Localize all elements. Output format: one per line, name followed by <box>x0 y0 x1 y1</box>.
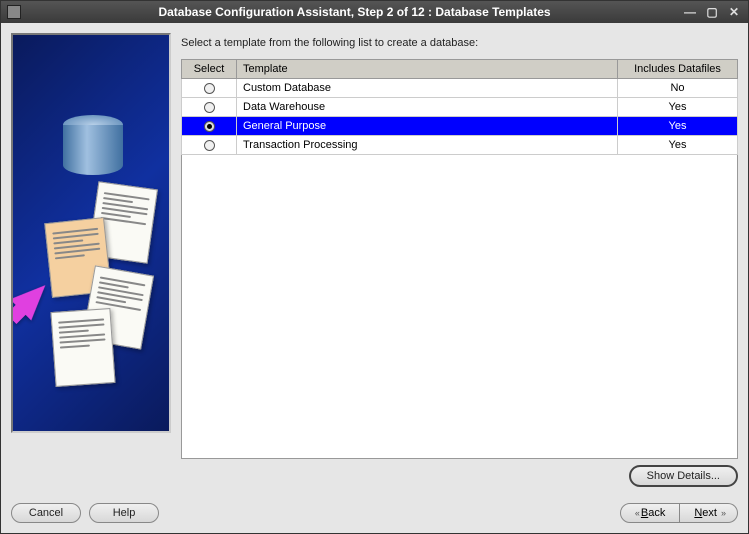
radio-cell[interactable] <box>182 136 237 155</box>
radio-icon[interactable] <box>204 121 215 132</box>
col-template: Template <box>237 60 618 79</box>
wizard-sidebar-image <box>11 33 171 433</box>
window-controls: — ▢ ✕ <box>682 5 742 19</box>
app-icon <box>7 5 21 19</box>
table-row[interactable]: Transaction ProcessingYes <box>182 136 738 155</box>
col-datafiles: Includes Datafiles <box>618 60 738 79</box>
radio-cell[interactable] <box>182 79 237 98</box>
template-name: General Purpose <box>237 117 618 136</box>
template-name: Custom Database <box>237 79 618 98</box>
next-label: N <box>694 507 702 519</box>
maximize-button[interactable]: ▢ <box>704 5 720 19</box>
wizard-footer: Cancel Help « Back Next » <box>1 497 748 533</box>
document-icon <box>50 308 115 387</box>
back-button[interactable]: « Back <box>620 503 680 523</box>
table-empty-area <box>181 155 738 459</box>
col-select: Select <box>182 60 237 79</box>
table-header-row: Select Template Includes Datafiles <box>182 60 738 79</box>
chevron-right-icon: » <box>721 508 723 518</box>
details-row: Show Details... <box>181 465 738 487</box>
help-button[interactable]: Help <box>89 503 159 523</box>
datafiles-value: Yes <box>618 98 738 117</box>
dbca-window: Database Configuration Assistant, Step 2… <box>0 0 749 534</box>
template-table: Select Template Includes Datafiles Custo… <box>181 59 738 155</box>
window-title: Database Configuration Assistant, Step 2… <box>27 5 682 19</box>
show-details-button[interactable]: Show Details... <box>629 465 738 487</box>
database-cylinder-icon <box>63 115 123 185</box>
table-row[interactable]: General PurposeYes <box>182 117 738 136</box>
radio-icon[interactable] <box>204 140 215 151</box>
table-row[interactable]: Custom DatabaseNo <box>182 79 738 98</box>
radio-cell[interactable] <box>182 117 237 136</box>
content-area: Select a template from the following lis… <box>1 23 748 497</box>
chevron-left-icon: « <box>635 508 637 518</box>
close-button[interactable]: ✕ <box>726 5 742 19</box>
radio-icon[interactable] <box>204 83 215 94</box>
radio-icon[interactable] <box>204 102 215 113</box>
nav-buttons: « Back Next » <box>620 503 738 523</box>
titlebar: Database Configuration Assistant, Step 2… <box>1 1 748 23</box>
arrow-icon <box>11 275 56 321</box>
back-label: B <box>641 507 648 519</box>
datafiles-value: Yes <box>618 136 738 155</box>
template-name: Transaction Processing <box>237 136 618 155</box>
main-panel: Select a template from the following lis… <box>181 33 738 487</box>
minimize-button[interactable]: — <box>682 5 698 19</box>
template-name: Data Warehouse <box>237 98 618 117</box>
radio-cell[interactable] <box>182 98 237 117</box>
table-row[interactable]: Data WarehouseYes <box>182 98 738 117</box>
instruction-text: Select a template from the following lis… <box>181 37 738 49</box>
cancel-button[interactable]: Cancel <box>11 503 81 523</box>
datafiles-value: Yes <box>618 117 738 136</box>
next-button[interactable]: Next » <box>680 503 738 523</box>
datafiles-value: No <box>618 79 738 98</box>
